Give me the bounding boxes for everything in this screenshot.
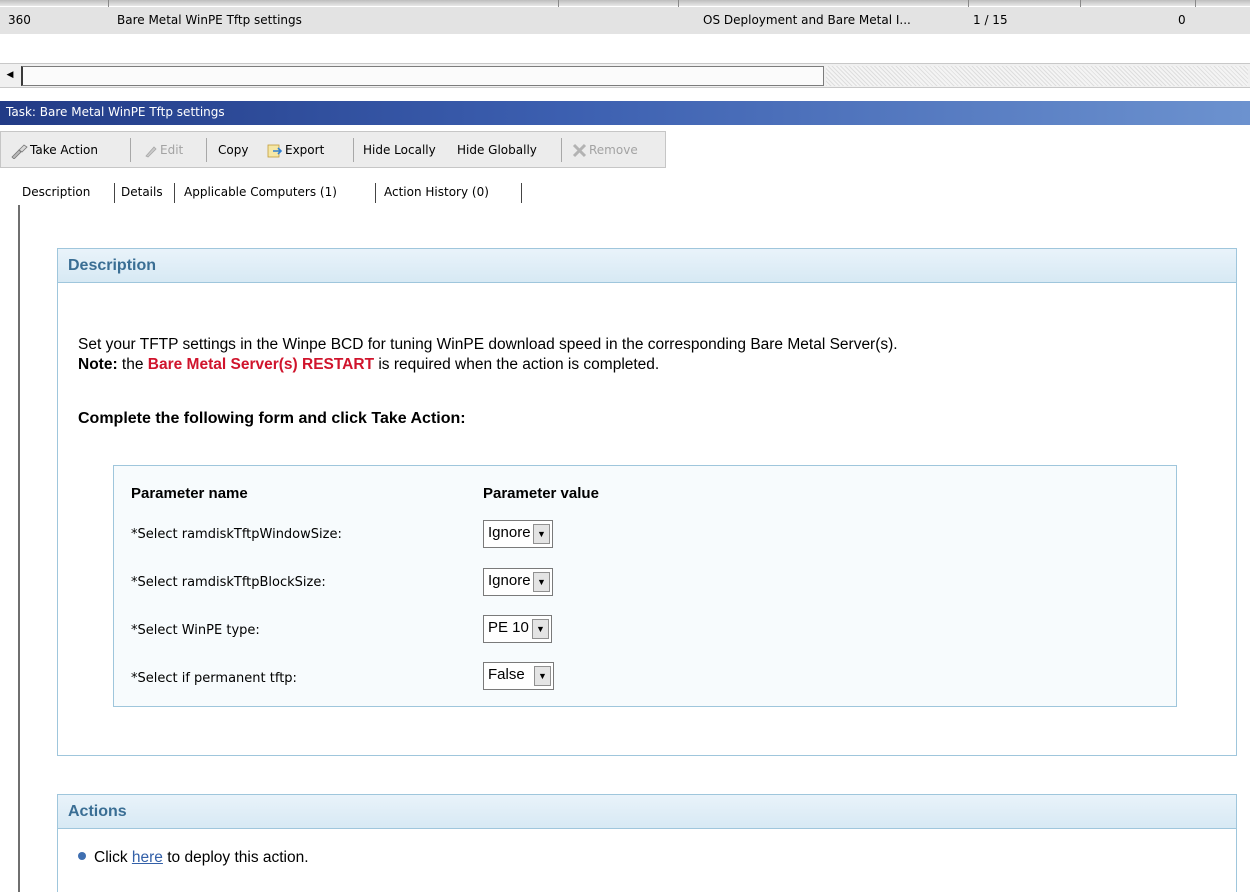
list-header-edge xyxy=(0,0,1250,6)
bullet-icon xyxy=(78,851,86,860)
tab-separator xyxy=(114,183,115,203)
permanent-tftp-select[interactable]: False ▼ xyxy=(483,662,554,690)
action-text-pre: Click xyxy=(94,849,132,866)
window-size-value: Ignore xyxy=(488,524,531,541)
copy-label: Copy xyxy=(218,143,249,157)
hide-locally-button[interactable]: Hide Locally xyxy=(360,137,439,163)
tab-separator xyxy=(521,183,522,203)
actions-header: Actions xyxy=(58,795,1236,829)
param-value-header: Parameter value xyxy=(483,485,599,502)
param-label-winpe-type: *Select WinPE type: xyxy=(131,623,260,638)
deploy-action-link[interactable]: here xyxy=(132,849,163,866)
note-line: Note: the Bare Metal Server(s) RESTART i… xyxy=(78,355,898,375)
note-label: Note: xyxy=(78,356,118,373)
parameter-form: Parameter name Parameter value *Select r… xyxy=(113,465,1177,707)
toolbar-separator xyxy=(130,138,131,162)
remove-button[interactable]: Remove xyxy=(569,137,641,163)
cell-applicable: 1 / 15 xyxy=(973,13,1008,27)
hide-globally-button[interactable]: Hide Globally xyxy=(454,137,540,163)
export-button[interactable]: Export xyxy=(264,137,327,163)
actions-section: Actions Click here to deploy this action… xyxy=(57,794,1237,892)
form-heading: Complete the following form and click Ta… xyxy=(78,410,466,427)
action-text-post: to deploy this action. xyxy=(162,849,309,866)
restart-warning: Bare Metal Server(s) RESTART xyxy=(147,356,375,373)
edit-label: Edit xyxy=(160,143,184,157)
tab-separator xyxy=(375,183,376,203)
chevron-down-icon[interactable]: ▼ xyxy=(533,524,550,544)
table-row[interactable]: 360 Bare Metal WinPE Tftp settings OS De… xyxy=(0,7,1250,34)
tab-separator xyxy=(174,183,175,203)
block-size-select[interactable]: Ignore ▼ xyxy=(483,568,553,596)
description-line: Set your TFTP settings in the Winpe BCD … xyxy=(78,336,898,353)
toolbar-separator xyxy=(353,138,354,162)
param-label-block-size: *Select ramdiskTftpBlockSize: xyxy=(131,575,326,590)
take-action-icon xyxy=(11,143,28,159)
cell-id: 360 xyxy=(8,13,31,27)
cell-count: 0 xyxy=(1178,13,1186,27)
remove-label: Remove xyxy=(589,143,638,157)
scroll-left-icon[interactable]: ◀ xyxy=(2,67,18,84)
hide-locally-label: Hide Locally xyxy=(363,143,436,157)
take-action-button[interactable]: Take Action xyxy=(7,137,101,163)
window-size-select[interactable]: Ignore ▼ xyxy=(483,520,553,548)
description-text: Set your TFTP settings in the Winpe BCD … xyxy=(78,335,898,375)
edit-button[interactable]: Edit xyxy=(141,137,186,163)
export-icon xyxy=(267,144,283,157)
cell-site: OS Deployment and Bare Metal I... xyxy=(703,13,911,27)
scroll-thumb[interactable] xyxy=(21,66,824,86)
note-pre: the xyxy=(117,356,148,373)
tab-action-history[interactable]: Action History (0) xyxy=(380,178,493,206)
param-name-header: Parameter name xyxy=(131,485,248,502)
param-label-permanent-tftp: *Select if permanent tftp: xyxy=(131,671,297,686)
chevron-down-icon[interactable]: ▼ xyxy=(534,666,551,686)
task-title-bar: Task: Bare Metal WinPE Tftp settings xyxy=(0,101,1250,125)
horizontal-scrollbar[interactable]: ◀ xyxy=(0,63,1250,88)
toolbar-separator xyxy=(561,138,562,162)
tab-description[interactable]: Description xyxy=(18,178,95,206)
hide-globally-label: Hide Globally xyxy=(457,143,537,157)
permanent-tftp-value: False xyxy=(488,666,525,683)
scroll-track[interactable] xyxy=(826,66,1248,86)
take-action-label: Take Action xyxy=(30,143,98,157)
copy-button[interactable]: Copy xyxy=(215,137,251,163)
chevron-down-icon[interactable]: ▼ xyxy=(533,572,550,592)
winpe-type-value: PE 10 xyxy=(488,619,529,636)
block-size-value: Ignore xyxy=(488,572,531,589)
task-list: 360 Bare Metal WinPE Tftp settings OS De… xyxy=(0,0,1250,62)
toolbar-separator xyxy=(206,138,207,162)
winpe-type-select[interactable]: PE 10 ▼ xyxy=(483,615,552,643)
export-label: Export xyxy=(285,143,325,157)
toolbar: Take Action Edit Copy Export Hide Locall… xyxy=(0,131,666,168)
tab-applicable-computers[interactable]: Applicable Computers (1) xyxy=(180,178,341,206)
param-label-window-size: *Select ramdiskTftpWindowSize: xyxy=(131,527,342,542)
chevron-down-icon[interactable]: ▼ xyxy=(532,619,549,639)
description-section: Description Set your TFTP settings in th… xyxy=(57,248,1237,756)
tab-details[interactable]: Details xyxy=(117,178,167,206)
pencil-icon xyxy=(145,145,157,157)
description-header: Description xyxy=(58,249,1236,283)
cell-name: Bare Metal WinPE Tftp settings xyxy=(117,13,302,27)
remove-x-icon xyxy=(572,143,587,158)
note-post: is required when the action is completed… xyxy=(374,356,660,373)
action-item: Click here to deploy this action. xyxy=(78,849,309,867)
